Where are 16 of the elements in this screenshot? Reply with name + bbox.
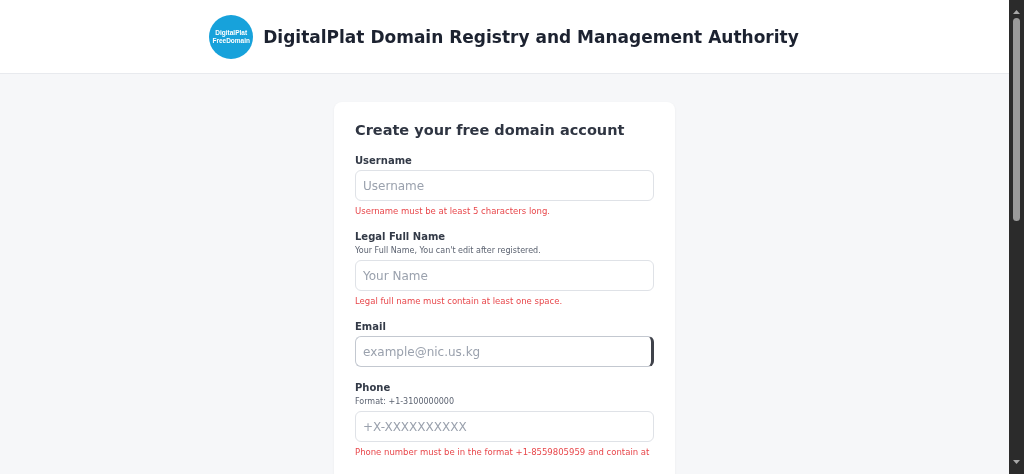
field-label: Legal Full Name — [355, 231, 447, 242]
input-field[interactable]: Username — [355, 170, 654, 201]
error-message: Legal full name must contain at least one space. — [355, 296, 564, 306]
field-label: Username — [355, 155, 413, 166]
form-title: Create your free domain account — [355, 122, 626, 138]
input-field[interactable]: example@nic.us.kg — [355, 336, 654, 367]
error-message: Phone number must be in the format +1-8559805959 and contain at — [355, 447, 651, 457]
error-message: Username must be at least 5 characters long. — [355, 206, 551, 216]
field-label: Email — [355, 321, 387, 332]
input-field[interactable]: Your Name — [355, 260, 654, 291]
input-field[interactable]: +X-XXXXXXXXXX — [355, 411, 654, 442]
field-hint: Format: +1-3100000000 — [355, 397, 455, 406]
field-hint: Your Full Name, You can't edit after registered. — [355, 246, 542, 255]
site-title: DigitalPlat Domain Registry and Management Authority — [263, 26, 799, 47]
scrollbar[interactable] — [1009, 0, 1024, 474]
field-label: Phone — [355, 382, 392, 393]
